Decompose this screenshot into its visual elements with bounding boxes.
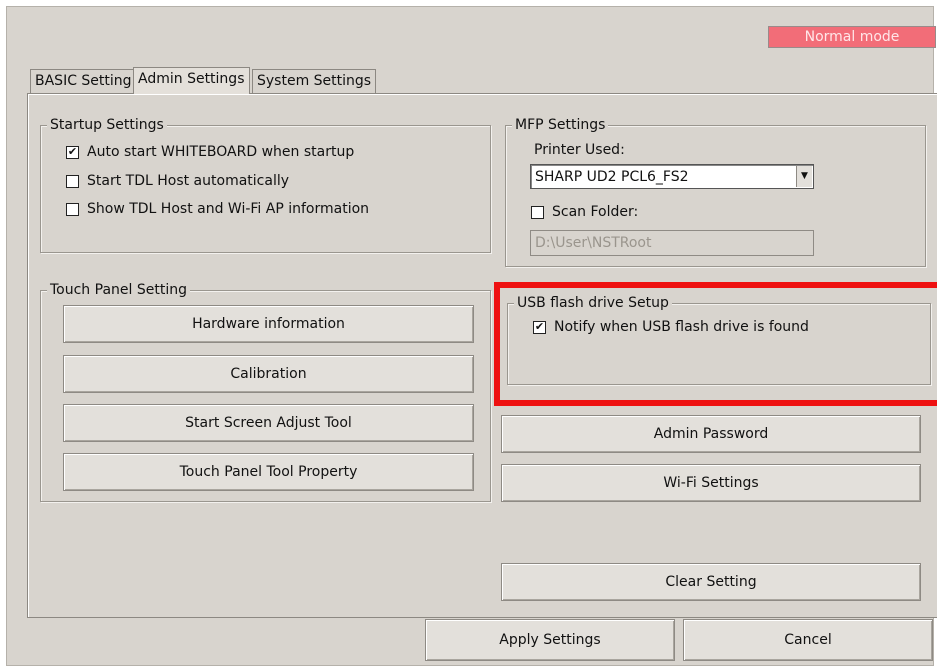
touch-panel-setting-legend: Touch Panel Setting [47,282,190,298]
calibration-button[interactable]: Calibration [63,355,474,393]
auto-start-whiteboard-label: Auto start WHITEBOARD when startup [87,144,355,160]
auto-start-whiteboard-checkbox[interactable]: ✔ Auto start WHITEBOARD when startup [66,144,354,160]
cancel-button[interactable]: Cancel [683,619,933,661]
check-icon: ✔ [533,319,546,334]
startup-settings-group: Startup Settings ✔ Auto start WHITEBOARD… [40,117,491,253]
touch-panel-tool-property-button[interactable]: Touch Panel Tool Property [63,453,474,491]
printer-used-label: Printer Used: [534,142,625,158]
admin-password-button[interactable]: Admin Password [501,415,921,453]
show-tdl-host-info-label: Show TDL Host and Wi-Fi AP information [87,201,370,217]
startup-settings-legend: Startup Settings [47,117,167,133]
usb-setup-highlight: USB flash drive Setup ✔ Notify when USB … [494,282,937,406]
touch-panel-setting-group: Touch Panel Setting Hardware information… [40,282,491,502]
scan-folder-path-field: D:\User\NSTRoot [530,230,814,256]
start-tdl-host-checkbox[interactable]: Start TDL Host automatically [66,173,289,189]
chevron-down-icon[interactable]: ▼ [796,166,812,187]
wifi-settings-button[interactable]: Wi-Fi Settings [501,464,921,502]
checkbox-box [66,202,79,216]
mfp-settings-group: MFP Settings Printer Used: SHARP UD2 PCL… [505,117,926,267]
clear-setting-button[interactable]: Clear Setting [501,563,921,601]
printer-used-value: SHARP UD2 PCL6_FS2 [535,169,689,185]
tab-system-settings[interactable]: System Settings [252,69,377,93]
tab-basic-setting[interactable]: BASIC Setting [30,69,137,93]
scan-folder-checkbox[interactable]: Scan Folder: [531,204,638,220]
start-screen-adjust-tool-button[interactable]: Start Screen Adjust Tool [63,404,474,442]
start-tdl-host-label: Start TDL Host automatically [87,173,290,189]
checkbox-box [531,205,544,219]
checkbox-box [66,174,79,188]
notify-usb-found-checkbox[interactable]: ✔ Notify when USB flash drive is found [533,319,809,335]
tab-admin-settings[interactable]: Admin Settings [133,67,250,94]
usb-flash-drive-setup-legend: USB flash drive Setup [514,295,672,311]
check-icon: ✔ [66,144,79,159]
apply-settings-button[interactable]: Apply Settings [425,619,675,661]
scan-folder-label: Scan Folder: [552,204,639,220]
printer-used-select[interactable]: SHARP UD2 PCL6_FS2 ▼ [530,164,814,189]
mode-badge: Normal mode [768,26,936,48]
admin-settings-window: Normal mode BASIC Setting Admin Settings… [6,6,937,666]
notify-usb-found-label: Notify when USB flash drive is found [554,319,809,335]
show-tdl-host-info-checkbox[interactable]: Show TDL Host and Wi-Fi AP information [66,201,369,217]
usb-flash-drive-setup-group: USB flash drive Setup ✔ Notify when USB … [507,295,931,385]
mfp-settings-legend: MFP Settings [512,117,609,133]
hardware-information-button[interactable]: Hardware information [63,305,474,343]
tab-panel: Startup Settings ✔ Auto start WHITEBOARD… [27,93,937,618]
